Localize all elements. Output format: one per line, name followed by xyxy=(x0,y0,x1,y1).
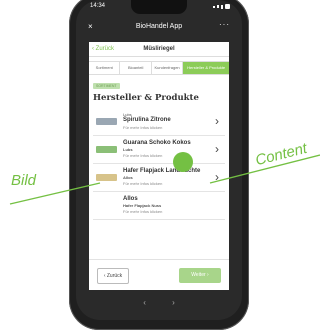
image-annotation-label: Bild xyxy=(11,172,37,189)
